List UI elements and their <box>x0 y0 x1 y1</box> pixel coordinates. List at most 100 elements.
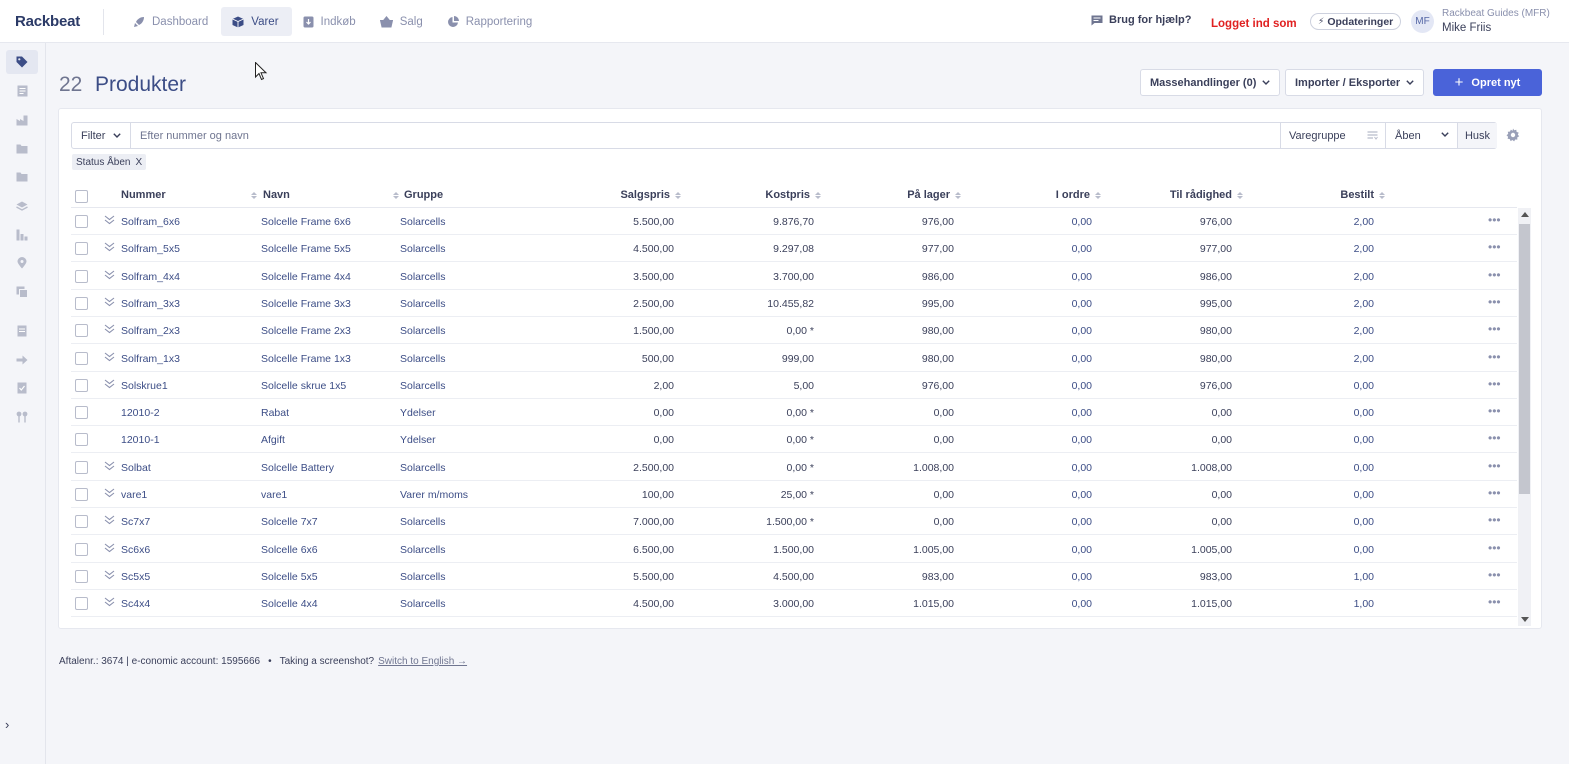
product-name[interactable]: Solcelle Frame 2x3 <box>261 325 351 337</box>
chevron-double-down-icon[interactable] <box>104 488 115 498</box>
updates-button[interactable]: ⚡ Opdateringer <box>1310 13 1402 30</box>
ordered[interactable]: 0,00 <box>1243 434 1374 446</box>
close-icon[interactable]: X <box>135 157 142 168</box>
chevron-double-down-icon[interactable] <box>104 215 115 225</box>
product-group[interactable]: Ydelser <box>400 434 436 446</box>
product-group[interactable]: Solarcells <box>400 598 446 610</box>
product-name[interactable]: Solcelle 6x6 <box>261 544 318 556</box>
status-select[interactable]: Åben <box>1385 123 1457 148</box>
table-row[interactable]: Solfram_5x5 Solcelle Frame 5x5 Solarcell… <box>71 235 1517 263</box>
column-header-in-order[interactable]: I ordre <box>961 189 1101 201</box>
row-checkbox[interactable] <box>75 597 88 611</box>
product-name[interactable]: Solcelle Frame 4x4 <box>261 271 351 283</box>
row-checkbox[interactable] <box>75 406 88 420</box>
column-header-cost-price[interactable]: Kostpris <box>681 189 821 201</box>
more-options-icon[interactable]: ••• <box>1488 432 1501 444</box>
product-group[interactable]: Solarcells <box>400 325 446 337</box>
sidebar-item-layers[interactable] <box>6 194 38 218</box>
nav-salg[interactable]: Salg <box>369 7 436 36</box>
product-number[interactable]: Sc6x6 <box>121 544 150 556</box>
chevron-double-down-icon[interactable] <box>104 597 115 607</box>
row-checkbox[interactable] <box>75 351 88 365</box>
chevron-double-down-icon[interactable] <box>104 297 115 307</box>
product-name[interactable]: Solcelle Frame 6x6 <box>261 216 351 228</box>
table-row[interactable]: vare1 vare1 Varer m/moms 100,00 25,00 * … <box>71 481 1517 508</box>
sidebar-item-reports[interactable] <box>6 223 38 247</box>
product-number[interactable]: Solfram_1x3 <box>121 353 180 365</box>
more-options-icon[interactable]: ••• <box>1488 569 1501 581</box>
product-number[interactable]: Solfram_4x4 <box>121 271 180 283</box>
product-group[interactable]: Ydelser <box>400 407 436 419</box>
nav-dashboard[interactable]: Dashboard <box>122 7 221 36</box>
row-checkbox[interactable] <box>75 296 88 310</box>
product-name[interactable]: Solcelle Frame 1x3 <box>261 353 351 365</box>
in-order[interactable]: 0,00 <box>961 298 1092 310</box>
product-group[interactable]: Solarcells <box>400 462 446 474</box>
table-row[interactable]: Solfram_1x3 Solcelle Frame 1x3 Solarcell… <box>71 345 1517 372</box>
more-options-icon[interactable]: ••• <box>1488 214 1501 226</box>
table-row[interactable]: Solbat Solcelle Battery Solarcells 2.500… <box>71 454 1517 481</box>
product-group[interactable]: Solarcells <box>400 298 446 310</box>
row-checkbox[interactable] <box>75 433 88 447</box>
product-number[interactable]: Solskrue1 <box>121 380 168 392</box>
in-order[interactable]: 0,00 <box>961 489 1092 501</box>
in-order[interactable]: 0,00 <box>961 243 1092 255</box>
row-checkbox[interactable] <box>75 569 88 583</box>
column-header-in-stock[interactable]: På lager <box>821 189 961 201</box>
nav-indkob[interactable]: Indkøb <box>292 7 369 36</box>
product-number[interactable]: Sc7x7 <box>121 516 150 528</box>
table-row[interactable]: Solfram_3x3 Solcelle Frame 3x3 Solarcell… <box>71 290 1517 317</box>
mass-actions-button[interactable]: Massehandlinger (0) <box>1140 69 1281 96</box>
product-group[interactable]: Varer m/moms <box>400 489 468 501</box>
product-name[interactable]: Solcelle 4x4 <box>261 598 318 610</box>
more-options-icon[interactable]: ••• <box>1488 460 1501 472</box>
search-input[interactable] <box>132 123 1280 148</box>
column-header-available[interactable]: Til rådighed <box>1101 189 1243 201</box>
sidebar-item-folder-1[interactable] <box>6 137 38 161</box>
row-checkbox[interactable] <box>75 269 88 283</box>
in-order[interactable]: 0,00 <box>961 544 1092 556</box>
switch-language-link[interactable]: Switch to English → <box>378 656 467 667</box>
scrollbar-thumb[interactable] <box>1519 224 1530 494</box>
in-order[interactable]: 0,00 <box>961 516 1092 528</box>
sidebar-item-ledger[interactable] <box>6 319 38 343</box>
in-order[interactable]: 0,00 <box>961 462 1092 474</box>
sidebar-item-folder-2[interactable] <box>6 165 38 189</box>
table-row[interactable]: Sc5x5 Solcelle 5x5 Solarcells 5.500,00 4… <box>71 563 1517 590</box>
table-row[interactable]: Solfram_2x3 Solcelle Frame 2x3 Solarcell… <box>71 317 1517 345</box>
product-number[interactable]: Sc4x4 <box>121 598 150 610</box>
ordered[interactable]: 2,00 <box>1243 298 1374 310</box>
product-group[interactable]: Solarcells <box>400 380 446 392</box>
product-group-select[interactable]: Varegruppe <box>1280 123 1385 148</box>
product-name[interactable]: Afgift <box>261 434 285 446</box>
create-new-button[interactable]: + Opret nyt <box>1433 69 1542 96</box>
product-number[interactable]: Solfram_5x5 <box>121 243 180 255</box>
in-order[interactable]: 0,00 <box>961 216 1092 228</box>
more-options-icon[interactable]: ••• <box>1488 405 1501 417</box>
ordered[interactable]: 2,00 <box>1243 216 1374 228</box>
in-order[interactable]: 0,00 <box>961 271 1092 283</box>
more-options-icon[interactable]: ••• <box>1488 241 1501 253</box>
gear-icon[interactable] <box>1506 128 1520 142</box>
table-scrollbar[interactable] <box>1518 208 1531 626</box>
ordered[interactable]: 0,00 <box>1243 489 1374 501</box>
sidebar-item-copy[interactable] <box>6 280 38 304</box>
table-row[interactable]: Sc4x4 Solcelle 4x4 Solarcells 4.500,00 3… <box>71 590 1517 618</box>
column-header-sales-price[interactable]: Salgspris <box>541 189 681 201</box>
more-options-icon[interactable]: ••• <box>1488 323 1501 335</box>
column-header-name[interactable]: Navn <box>263 189 399 201</box>
table-row[interactable]: Sc6x6 Solcelle 6x6 Solarcells 6.500,00 1… <box>71 536 1517 563</box>
more-options-icon[interactable]: ••• <box>1488 542 1501 554</box>
product-number[interactable]: Solfram_3x3 <box>121 298 180 310</box>
chevron-double-down-icon[interactable] <box>104 352 115 362</box>
product-name[interactable]: vare1 <box>261 489 287 501</box>
sidebar-item-checklist[interactable] <box>6 376 38 400</box>
table-row[interactable]: Sc7x7 Solcelle 7x7 Solarcells 7.000,00 1… <box>71 508 1517 536</box>
sidebar-item-transfer[interactable] <box>6 348 38 372</box>
product-group[interactable]: Solarcells <box>400 271 446 283</box>
product-number[interactable]: Solfram_2x3 <box>121 325 180 337</box>
product-number[interactable]: 12010-2 <box>121 407 160 419</box>
more-options-icon[interactable]: ••• <box>1488 269 1501 281</box>
in-order[interactable]: 0,00 <box>961 434 1092 446</box>
row-checkbox[interactable] <box>75 515 88 529</box>
